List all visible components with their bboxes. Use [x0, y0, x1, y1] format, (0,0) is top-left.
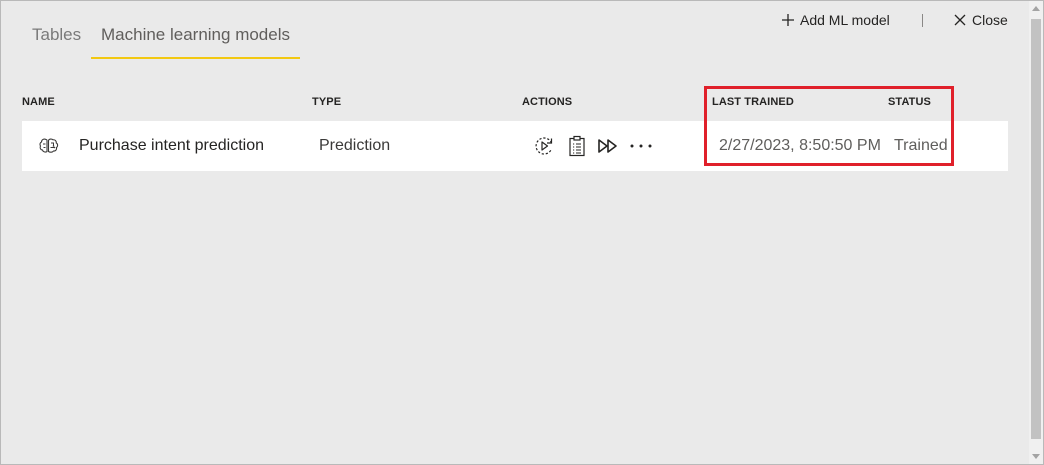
close-button[interactable]: Close [953, 12, 1008, 28]
add-ml-model-label: Add ML model [800, 12, 890, 28]
model-name: Purchase intent prediction [79, 137, 264, 154]
toolbar-divider [922, 14, 923, 27]
scroll-up-icon[interactable] [1032, 6, 1040, 11]
add-ml-model-button[interactable]: Add ML model [781, 12, 890, 28]
ml-models-panel: Tables Machine learning models Add ML mo… [0, 0, 1044, 465]
retrain-icon[interactable] [532, 134, 556, 158]
column-header-type: TYPE [312, 96, 342, 108]
brain-icon [38, 136, 60, 156]
column-header-actions: ACTIONS [522, 96, 573, 108]
column-header-status: STATUS [888, 96, 931, 108]
report-icon[interactable] [565, 134, 589, 158]
scroll-down-icon[interactable] [1032, 454, 1040, 459]
model-type: Prediction [319, 137, 391, 154]
tab-tables[interactable]: Tables [32, 25, 81, 45]
plus-icon [781, 13, 795, 27]
last-trained-value: 2/27/2023, 8:50:50 PM [719, 137, 881, 154]
scrollbar-thumb[interactable] [1031, 19, 1041, 439]
column-header-last-trained: LAST TRAINED [712, 96, 794, 108]
close-icon [953, 13, 967, 27]
more-icon[interactable] [628, 134, 654, 158]
vertical-scrollbar[interactable] [1029, 1, 1043, 464]
column-header-name: NAME [22, 96, 55, 108]
status-value: Trained [894, 137, 948, 154]
tab-machine-learning-models[interactable]: Machine learning models [101, 25, 290, 45]
close-label: Close [972, 12, 1008, 28]
table-row[interactable]: Purchase intent prediction Prediction 2/… [22, 121, 1008, 171]
apply-model-icon[interactable] [596, 134, 620, 158]
active-tab-indicator [91, 57, 300, 59]
